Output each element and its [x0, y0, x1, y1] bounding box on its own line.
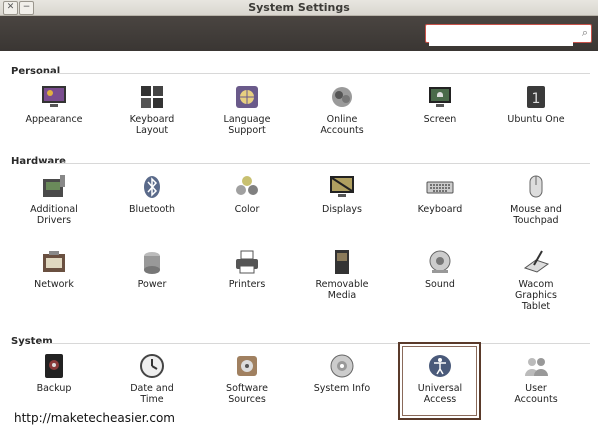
item-label: Screen: [423, 114, 457, 125]
item-label: Additional Drivers: [30, 204, 78, 226]
item-language-support[interactable]: Language Support: [203, 83, 291, 136]
item-power[interactable]: Power: [108, 248, 196, 290]
system-info-icon: [328, 352, 356, 380]
item-online-accounts[interactable]: Online Accounts: [298, 83, 386, 136]
item-ubuntu-one[interactable]: 1 Ubuntu One: [492, 83, 580, 125]
item-label: Printers: [228, 279, 266, 290]
separator: [40, 73, 590, 74]
item-label: Ubuntu One: [507, 114, 565, 125]
item-label: Universal Access: [417, 383, 463, 405]
item-date-time[interactable]: Date and Time: [108, 352, 196, 405]
item-label: Online Accounts: [320, 114, 364, 136]
item-label: Mouse and Touchpad: [510, 204, 562, 226]
item-label: Removable Media: [315, 279, 369, 301]
language-support-icon: [233, 83, 261, 111]
item-bluetooth[interactable]: Bluetooth: [108, 173, 196, 215]
item-keyboard-layout[interactable]: Keyboard Layout: [108, 83, 196, 136]
item-user-accounts[interactable]: User Accounts: [492, 352, 580, 405]
category-personal: Personal: [11, 66, 61, 77]
removable-media-icon: [328, 248, 356, 276]
item-label: Bluetooth: [128, 204, 176, 215]
clock-icon: [138, 352, 166, 380]
network-icon: [40, 248, 68, 276]
item-sound[interactable]: Sound: [396, 248, 484, 290]
item-additional-drivers[interactable]: Additional Drivers: [10, 173, 98, 226]
item-system-info[interactable]: System Info: [298, 352, 386, 394]
window-title: System Settings: [248, 1, 350, 14]
separator: [40, 343, 590, 344]
item-screen[interactable]: Screen: [396, 83, 484, 125]
item-removable-media[interactable]: Removable Media: [298, 248, 386, 301]
title-bar: ✕ − System Settings: [0, 0, 598, 16]
additional-drivers-icon: [40, 173, 68, 201]
item-network[interactable]: Network: [10, 248, 98, 290]
item-label: Appearance: [25, 114, 83, 125]
item-wacom[interactable]: Wacom Graphics Tablet: [492, 248, 580, 312]
item-label: Color: [234, 204, 260, 215]
mouse-icon: [522, 173, 550, 201]
item-label: Keyboard: [417, 204, 463, 215]
item-appearance[interactable]: Appearance: [10, 83, 98, 125]
item-keyboard[interactable]: Keyboard: [396, 173, 484, 215]
toolbar: ⌕: [0, 16, 598, 51]
item-label: Language Support: [223, 114, 271, 136]
ubuntu-one-icon: 1: [522, 83, 550, 111]
keyboard-layout-icon: [138, 83, 166, 111]
item-label: User Accounts: [514, 383, 558, 405]
item-label: Date and Time: [130, 383, 174, 405]
item-label: Power: [137, 279, 167, 290]
separator: [40, 163, 590, 164]
software-sources-icon: [233, 352, 261, 380]
item-label: Backup: [36, 383, 72, 394]
item-label: Wacom Graphics Tablet: [515, 279, 557, 312]
item-color[interactable]: Color: [203, 173, 291, 215]
category-hardware: Hardware: [11, 156, 66, 167]
wacom-tablet-icon: [522, 248, 550, 276]
power-icon: [138, 248, 166, 276]
search-icon[interactable]: ⌕: [582, 26, 588, 40]
item-backup[interactable]: Backup: [10, 352, 98, 394]
online-accounts-icon: [328, 83, 356, 111]
item-label: Sound: [425, 279, 455, 290]
user-accounts-icon: [522, 352, 550, 380]
displays-icon: [328, 173, 356, 201]
item-mouse-touchpad[interactable]: Mouse and Touchpad: [492, 173, 580, 226]
watermark-url: http://maketecheasier.com: [14, 411, 175, 425]
item-printers[interactable]: Printers: [203, 248, 291, 290]
svg-text:1: 1: [532, 91, 541, 107]
item-software-sources[interactable]: Software Sources: [203, 352, 291, 405]
backup-icon: [40, 352, 68, 380]
search-box[interactable]: ⌕: [425, 24, 592, 46]
sound-icon: [426, 248, 454, 276]
screen-icon: [426, 83, 454, 111]
color-icon: [233, 173, 261, 201]
item-label: Keyboard Layout: [129, 114, 175, 136]
keyboard-icon: [426, 173, 454, 201]
printer-icon: [233, 248, 261, 276]
item-label: Displays: [322, 204, 362, 215]
item-displays[interactable]: Displays: [298, 173, 386, 215]
universal-access-icon: [426, 352, 454, 380]
item-label: Software Sources: [226, 383, 268, 405]
bluetooth-icon: [138, 173, 166, 201]
category-system: System: [11, 336, 53, 347]
appearance-icon: [40, 83, 68, 111]
search-input[interactable]: [429, 29, 573, 46]
item-label: Network: [34, 279, 74, 290]
item-label: System Info: [313, 383, 371, 394]
item-universal-access[interactable]: Universal Access: [396, 352, 484, 405]
